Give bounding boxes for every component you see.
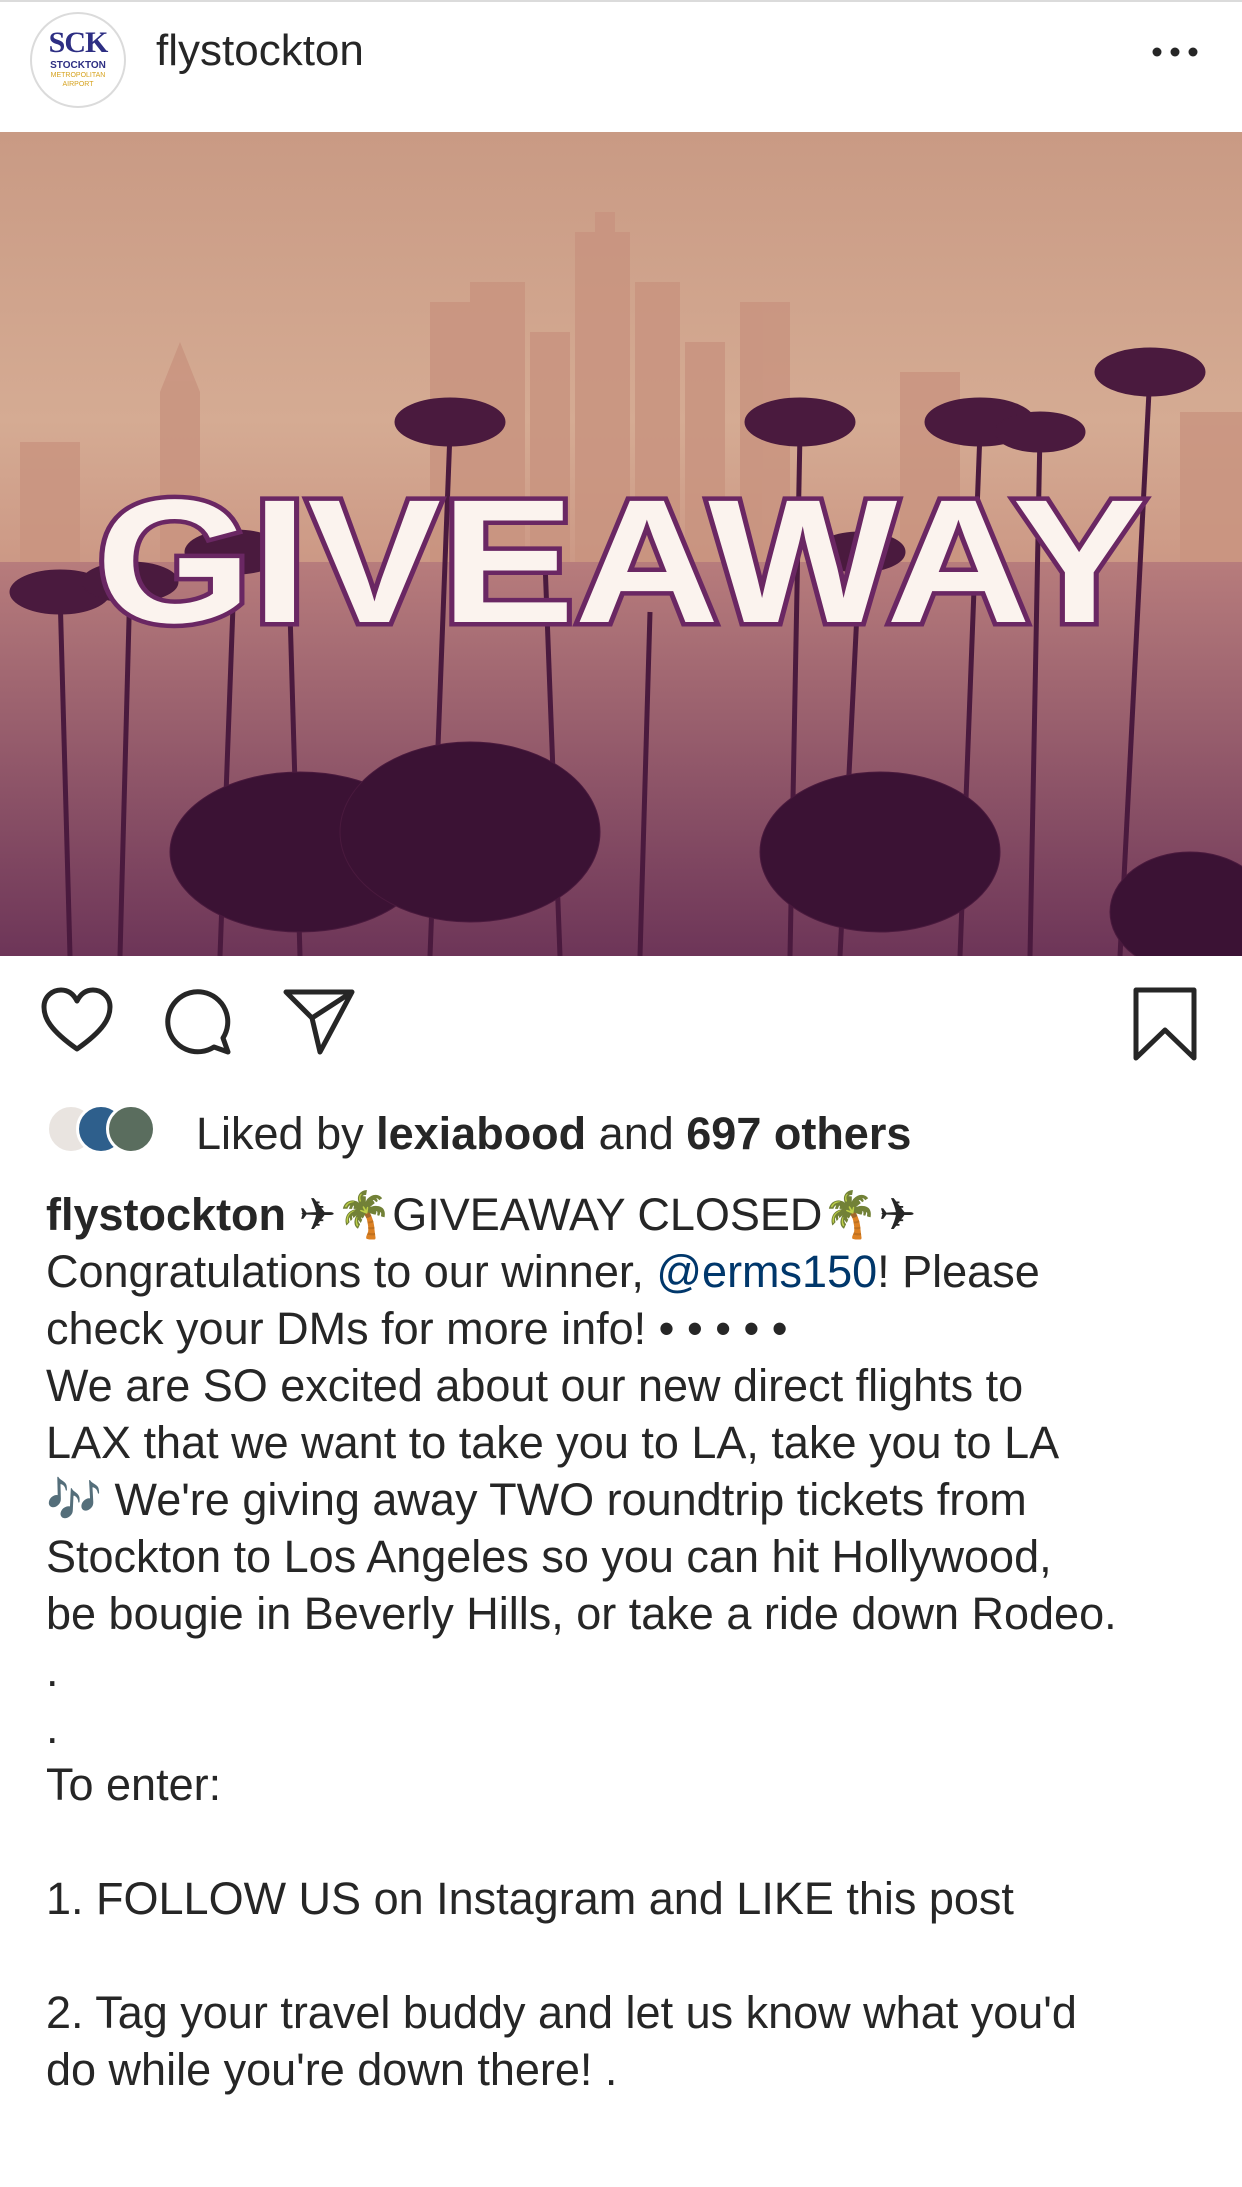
action-bar — [0, 986, 1242, 1076]
caption-username[interactable]: flystockton — [46, 1189, 286, 1240]
giveaway-headline: GIVEAWAY — [96, 464, 1146, 660]
caption-line: . — [46, 1645, 59, 1696]
caption-line: 🎶 We're giving away TWO roundtrip ticket… — [46, 1474, 1027, 1525]
caption-text: Congratulations to our winner, — [46, 1246, 657, 1297]
more-horizontal-icon[interactable] — [1150, 30, 1200, 74]
avatar-logo-subtext: AIRPORT — [62, 81, 94, 88]
likes-summary[interactable]: Liked by lexiabood and 697 others — [196, 1108, 911, 1160]
caption-line: LAX that we want to take you to LA, take… — [46, 1417, 1060, 1468]
likes-row: Liked by lexiabood and 697 others — [46, 1102, 1196, 1160]
caption-line: To enter: — [46, 1759, 222, 1810]
caption-line: 1. FOLLOW US on Instagram and LIKE this … — [46, 1873, 1014, 1924]
caption-line: be bougie in Beverly Hills, or take a ri… — [46, 1588, 1117, 1639]
caption-line: We are SO excited about our new direct f… — [46, 1360, 1024, 1411]
comment-icon[interactable] — [162, 986, 234, 1061]
caption-text: ! Please — [877, 1246, 1040, 1297]
paper-plane-icon[interactable] — [282, 986, 356, 1061]
caption-text: ✈🌴GIVEAWAY CLOSED🌴✈ — [286, 1189, 917, 1240]
bookmark-icon[interactable] — [1130, 986, 1200, 1067]
caption-line: check your DMs for more info! • • • • • — [46, 1303, 788, 1354]
caption: flystockton ✈🌴GIVEAWAY CLOSED🌴✈ Congratu… — [46, 1186, 1216, 2098]
post-image[interactable]: GIVEAWAY — [0, 132, 1242, 956]
likes-middle: and — [586, 1108, 687, 1159]
avatar-logo-text: SCK — [48, 26, 109, 59]
caption-line: do while you're down there! . — [46, 2044, 618, 2095]
caption-line: flystockton ✈🌴GIVEAWAY CLOSED🌴✈ — [46, 1186, 1216, 1243]
likes-prefix: Liked by — [196, 1108, 377, 1159]
avatar[interactable]: SCK STOCKTON METROPOLITAN AIRPORT — [30, 12, 126, 108]
username-link[interactable]: flystockton — [156, 26, 364, 76]
post-header: SCK STOCKTON METROPOLITAN AIRPORT flysto… — [0, 0, 1242, 132]
caption-line: Stockton to Los Angeles so you can hit H… — [46, 1531, 1052, 1582]
caption-line: 2. Tag your travel buddy and let us know… — [46, 1987, 1077, 2038]
caption-line: Congratulations to our winner, @erms150!… — [46, 1243, 1216, 1300]
heart-icon[interactable] — [40, 986, 114, 1061]
avatar-logo-subtext: STOCKTON — [50, 60, 106, 71]
mention-link[interactable]: @erms150 — [656, 1246, 877, 1297]
likes-count[interactable]: 697 others — [686, 1108, 911, 1159]
caption-line: . — [46, 1702, 59, 1753]
avatar-logo-subtext: METROPOLITAN — [50, 72, 106, 79]
liker-username[interactable]: lexiabood — [376, 1108, 586, 1159]
liker-avatar[interactable] — [106, 1104, 156, 1154]
